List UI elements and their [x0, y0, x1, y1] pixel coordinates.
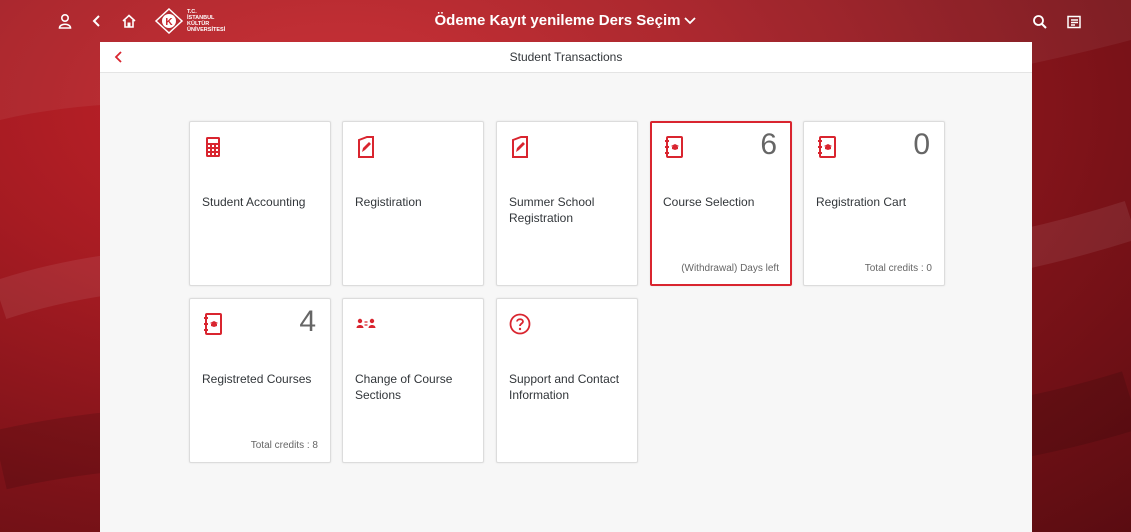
chevron-left-icon — [114, 51, 122, 63]
notifications-menu-icon[interactable] — [1061, 9, 1087, 35]
course-book-icon — [204, 313, 222, 335]
search-icon[interactable] — [1027, 9, 1053, 35]
course-book-icon — [665, 136, 683, 158]
tile-label: Summer School Registration — [509, 195, 595, 225]
chevron-down-icon — [684, 17, 697, 25]
logo-line: ÜNİVERSİTESİ — [187, 27, 226, 33]
tile-student-accounting[interactable]: Student Accounting — [189, 121, 331, 286]
tile-registered-courses[interactable]: 4 Registreted Courses Total credits : 8 — [189, 298, 331, 463]
shell-left-icons: K T.C. İSTANBUL KÜLTÜR ÜNİVERSİTESİ — [52, 8, 225, 34]
subheader-bar: Student Transactions — [100, 42, 1032, 73]
tile-support-contact[interactable]: Support and Contact Information — [496, 298, 638, 463]
shell-right-icons — [1027, 9, 1087, 35]
shell-header: K T.C. İSTANBUL KÜLTÜR ÜNİVERSİTESİ Ödem… — [0, 0, 1131, 42]
svg-text:K: K — [165, 17, 173, 28]
tile-summer-school-registration[interactable]: Summer School Registration — [496, 121, 638, 286]
calculator-icon — [206, 137, 220, 157]
tile-change-of-course-sections[interactable]: Change of Course Sections — [342, 298, 484, 463]
nav-back-button[interactable] — [110, 48, 128, 66]
edit-document-icon — [512, 136, 528, 158]
user-icon[interactable] — [52, 8, 78, 34]
tile-label: Registreted Courses — [202, 372, 312, 386]
course-book-icon — [818, 136, 836, 158]
tile-registration[interactable]: Registiration — [342, 121, 484, 286]
edit-document-icon — [358, 136, 374, 158]
question-circle-icon — [509, 313, 531, 335]
tile-count: 6 — [760, 128, 777, 161]
tile-course-selection[interactable]: 6 Course Selection (Withdrawal) Days lef… — [650, 121, 792, 286]
tile-registration-cart[interactable]: 0 Registration Cart Total credits : 0 — [803, 121, 945, 286]
tile-label: Student Accounting — [202, 195, 306, 209]
main-content: Student Transactions Student Accounting … — [100, 42, 1032, 532]
app-title-dropdown[interactable]: Ödeme Kayıt yenileme Ders Seçim — [435, 12, 697, 29]
tile-label: Support and Contact Information — [509, 372, 620, 402]
tile-count: 4 — [299, 305, 316, 338]
tile-footer: Total credits : 0 — [864, 263, 932, 274]
tile-footer: Total credits : 8 — [250, 440, 318, 451]
home-icon[interactable] — [116, 8, 142, 34]
logo-text: T.C. İSTANBUL KÜLTÜR ÜNİVERSİTESİ — [187, 9, 225, 33]
swap-people-icon — [356, 318, 376, 328]
app-title: Ödeme Kayıt yenileme Ders Seçim — [434, 12, 681, 29]
logo-mark-icon: K — [154, 8, 184, 34]
tile-label: Course Selection — [663, 195, 755, 209]
tile-footer: (Withdrawal) Days left — [681, 263, 779, 274]
university-logo[interactable]: K T.C. İSTANBUL KÜLTÜR ÜNİVERSİTESİ — [154, 8, 225, 34]
tile-label: Registration Cart — [816, 195, 907, 209]
tile-count: 0 — [913, 128, 930, 161]
tile-label: Registiration — [355, 195, 422, 209]
tile-label: Change of Course Sections — [355, 372, 453, 402]
page-title: Student Transactions — [509, 50, 623, 64]
back-arrow-icon[interactable] — [84, 8, 110, 34]
